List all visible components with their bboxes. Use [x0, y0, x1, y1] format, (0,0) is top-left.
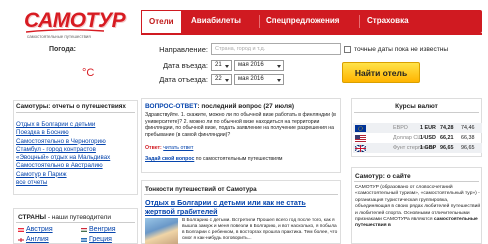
tab-divider — [259, 15, 260, 28]
austria-flag-icon — [18, 228, 24, 232]
ask-question-rest: по самостоятельным путешествиям — [194, 156, 283, 162]
tab-special-offers[interactable]: Спецпредложения — [266, 16, 339, 25]
hotel-search-form: Направление: Страна, город и т.д. точные… — [141, 33, 482, 91]
currency-row: Доллар США 1 USD 66,21 66,38 — [353, 133, 482, 143]
countries-title-bold: СТРАНЫ — [18, 214, 47, 221]
tab-divider — [359, 15, 360, 28]
currency-rate: 66,38 — [461, 135, 475, 141]
reports-list: Отдых в Болгарии с детьми Поездка в Босн… — [16, 121, 110, 187]
report-link[interactable]: «Эвоцный» отдых на Мальдивах — [16, 154, 110, 162]
weather-temperature: °C — [82, 67, 95, 79]
currency-name: ЕВРО — [393, 125, 408, 131]
checkout-day-value: 22 — [215, 76, 222, 82]
us-flag-icon — [355, 135, 366, 142]
england-flag-icon — [18, 238, 24, 242]
tips-title: Тонкости путешествий от Самотура — [145, 186, 257, 193]
main-tabs: Отели Авиабилеты Спецпредложения Страхов… — [141, 10, 482, 33]
currency-rate: 74,28 — [440, 125, 454, 131]
greece-flag-icon — [81, 238, 87, 242]
currency-row: Фунт стерлингов 1 GBP 96,65 96,65 — [353, 143, 482, 153]
reports-title: Самотуры: отчеты о путешествиях — [16, 103, 126, 110]
exact-dates-label: точные даты пока не известны — [354, 46, 449, 53]
report-link[interactable]: Отдых в Болгарии с детьми — [16, 121, 110, 129]
destination-label: Направление: — [159, 45, 208, 54]
report-link[interactable]: Самотур в Париж — [16, 171, 110, 179]
about-title: Самотур: о сайте — [355, 173, 411, 180]
checkin-day-select[interactable]: 21 — [211, 60, 232, 71]
ask-question: Задай свой вопрос по самостоятельным пут… — [145, 156, 282, 162]
currency-rates-panel: Курсы валют ЕВРО 1 EUR 74,28 74,46 Долла… — [351, 98, 482, 157]
tab-hotels[interactable]: Отели — [141, 10, 182, 33]
countries-panel: СТРАНЫ - наши путеводители Австрия Венгр… — [13, 208, 138, 244]
question-answer-panel: ВОПРОС-ОТВЕТ: последний вопрос (27 июля)… — [141, 98, 341, 173]
divider — [16, 112, 135, 113]
checkin-day-value: 21 — [215, 62, 222, 68]
divider — [354, 181, 479, 182]
answer-label: Ответ: — [145, 145, 162, 151]
chevron-down-icon — [225, 65, 229, 68]
divider — [354, 112, 479, 113]
weather-label: Погода: — [49, 46, 76, 53]
all-reports-link[interactable]: все отчеты — [16, 179, 110, 187]
divider — [144, 194, 338, 195]
qa-link[interactable]: ВОПРОС-ОТВЕТ — [145, 103, 197, 110]
country-link-hungary[interactable]: Венгрия — [89, 226, 116, 233]
report-link[interactable]: Стамбул - город контрастов — [16, 146, 110, 154]
chevron-down-icon — [277, 65, 281, 68]
exact-dates-checkbox[interactable] — [344, 46, 351, 53]
site-logo[interactable]: САМОТУР самостоятельные путешествия — [24, 9, 126, 39]
qa-recent: : последний вопрос (27 июля) — [197, 103, 295, 110]
hungary-flag-icon — [81, 228, 87, 232]
tab-insurance[interactable]: Страховка — [367, 16, 409, 25]
currency-rate: 96,65 — [440, 145, 454, 151]
currency-unit: 1 EUR — [420, 125, 436, 131]
currency-rate: 74,46 — [461, 125, 475, 131]
checkout-month-value: мая 2016 — [238, 76, 264, 82]
checkout-label: Дата отъезда: — [159, 75, 208, 84]
countries-title: СТРАНЫ - наши путеводители — [18, 214, 111, 221]
report-link[interactable]: Самостоятельно в Австралию — [16, 162, 110, 170]
destination-input[interactable]: Страна, город и т.д. — [211, 43, 341, 55]
tab-flights[interactable]: Авиабилеты — [191, 16, 241, 25]
article-thumbnail[interactable] — [145, 218, 178, 244]
checkin-month-value: мая 2016 — [238, 62, 264, 68]
travel-tips-panel: Тонкости путешествий от Самотура Отдых в… — [141, 180, 341, 244]
read-answer-link[interactable]: читать ответ — [163, 145, 193, 151]
currency-unit: 1 USD — [420, 135, 436, 141]
currency-rate: 96,65 — [461, 145, 475, 151]
currency-title: Курсы валют — [395, 103, 438, 110]
report-link[interactable]: Поездка в Боснию — [16, 129, 110, 137]
checkin-month-select[interactable]: мая 2016 — [234, 60, 284, 71]
qa-header: ВОПРОС-ОТВЕТ: последний вопрос (27 июля) — [145, 103, 294, 110]
about-site-panel: Самотур: о сайте САМОТУР (образовано от … — [351, 167, 482, 244]
all-reports-label: все отчеты — [16, 179, 48, 187]
ask-question-link[interactable]: Задай свой вопрос — [145, 156, 194, 162]
report-link[interactable]: Самостоятельно в Черногорию — [16, 138, 110, 146]
about-text: САМОТУР (образовано от словосочетаний «с… — [355, 185, 481, 230]
qa-question-text: Здравствуйте. 1. скажите, можно ли по об… — [145, 112, 336, 138]
logo-swoosh-icon — [26, 29, 104, 33]
countries-title-rest: - наши путеводители — [46, 214, 111, 221]
divider — [16, 222, 135, 223]
country-link-austria[interactable]: Австрия — [26, 226, 53, 233]
tips-article-text: В Болгарию с детьми. Встретили Прошел вс… — [182, 218, 338, 241]
chevron-down-icon — [225, 79, 229, 82]
currency-unit: 1 GBP — [420, 145, 437, 151]
country-link-greece[interactable]: Греция — [89, 236, 112, 243]
uk-flag-icon — [355, 145, 366, 152]
logo-tagline: самостоятельные путешествия — [27, 34, 91, 39]
currency-rate: 66,21 — [440, 135, 454, 141]
country-link-england[interactable]: Англия — [26, 236, 49, 243]
eu-flag-icon — [355, 125, 366, 132]
tips-article-link[interactable]: Отдых в Болгарии с детьми или как не ста… — [145, 198, 325, 216]
chevron-down-icon — [277, 79, 281, 82]
checkin-label: Дата въезда: — [162, 61, 208, 70]
currency-row: ЕВРО 1 EUR 74,28 74,46 — [353, 123, 482, 133]
qa-answer: Ответ: читать ответ — [145, 145, 193, 151]
travel-reports-panel: Самотуры: отчеты о путешествиях Отдых в … — [13, 100, 138, 195]
checkout-month-select[interactable]: мая 2016 — [234, 74, 284, 85]
checkout-day-select[interactable]: 22 — [211, 74, 232, 85]
find-hotel-button[interactable]: Найти отель — [342, 62, 420, 83]
